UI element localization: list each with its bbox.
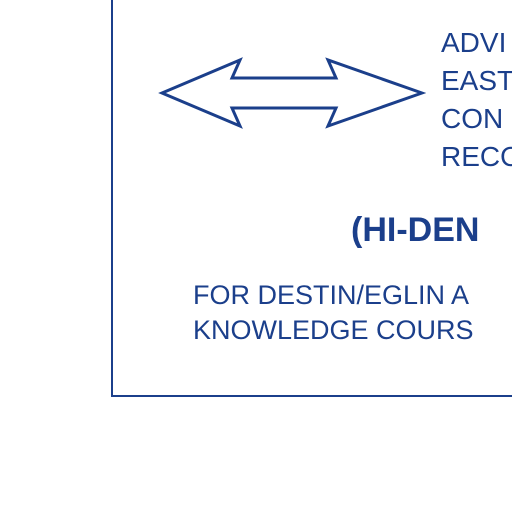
density-label: (HI-DEN — [351, 211, 480, 249]
advisory-line: EAST — [441, 65, 512, 96]
advisory-line: RECO — [441, 141, 512, 172]
double-headed-arrow-icon — [158, 57, 426, 129]
note-line: KNOWLEDGE COURS — [193, 315, 474, 345]
advisory-line: ADVI — [441, 27, 507, 58]
note-text: FOR DESTIN/EGLIN A KNOWLEDGE COURS — [193, 278, 512, 348]
frame-bottom-border — [111, 395, 512, 397]
frame-left-border — [111, 0, 113, 397]
advisory-line: CON — [441, 103, 504, 134]
document-page: ADVI EAST CON RECO (HI-DEN FOR DESTIN/EG… — [0, 0, 512, 512]
advisory-text: ADVI EAST CON RECO — [441, 24, 512, 176]
note-line: FOR DESTIN/EGLIN A — [193, 280, 470, 310]
